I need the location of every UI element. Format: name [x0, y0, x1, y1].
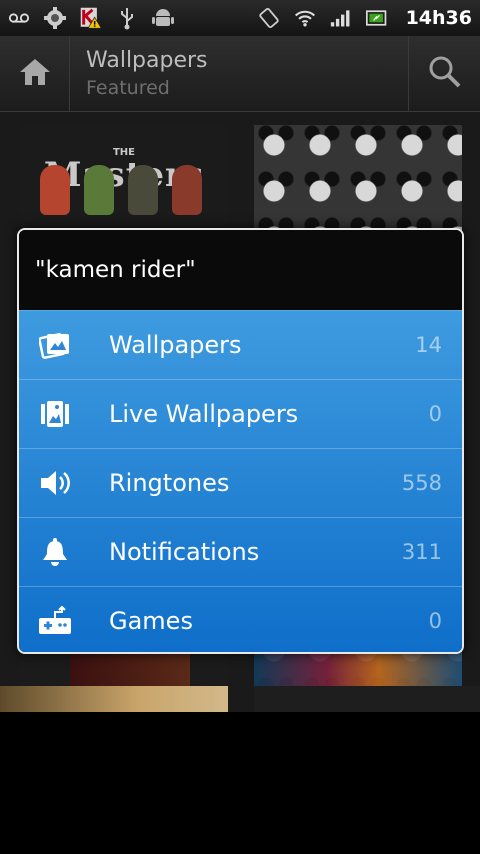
character-figure [84, 165, 114, 215]
category-item-games[interactable]: Games 0 [19, 586, 462, 653]
bell-icon [19, 518, 91, 587]
dialog-header: "kamen rider" [19, 230, 462, 310]
signal-icon [330, 7, 352, 29]
search-button[interactable] [408, 35, 480, 112]
settings-icon [44, 7, 66, 29]
home-icon [18, 57, 52, 91]
category-count: 311 [401, 540, 442, 564]
search-icon [428, 55, 462, 93]
category-count: 558 [401, 471, 442, 495]
status-bar: 14h36 [0, 0, 480, 36]
voicemail-icon [8, 7, 30, 29]
usb-icon [116, 7, 138, 30]
wallpaper-thumb-fragment [254, 652, 462, 686]
category-label: Notifications [109, 538, 260, 566]
clock: 14h36 [405, 7, 472, 29]
category-label: Live Wallpapers [109, 400, 299, 428]
character-figure [40, 165, 70, 215]
category-item-notifications[interactable]: Notifications 311 [19, 517, 462, 586]
wallpaper-thumb-fragment [70, 652, 190, 686]
gamepad-icon [19, 587, 91, 653]
speaker-icon [19, 449, 91, 518]
wifi-icon [294, 7, 316, 29]
character-figure [172, 165, 202, 215]
category-item-ringtones[interactable]: Ringtones 558 [19, 448, 462, 517]
category-item-live-wallpapers[interactable]: Live Wallpapers 0 [19, 379, 462, 448]
category-label: Wallpapers [109, 331, 242, 359]
category-count: 0 [428, 609, 442, 633]
live-wallpaper-icon [19, 380, 91, 449]
wallpaper-icon [19, 311, 91, 380]
page-subtitle: Featured [86, 76, 170, 99]
character-figure [128, 165, 158, 215]
page-title: Wallpapers [86, 47, 208, 73]
home-button[interactable] [0, 35, 70, 112]
category-label: Ringtones [109, 469, 230, 497]
dialog-title: "kamen rider" [35, 257, 196, 283]
category-count: 14 [415, 333, 442, 357]
kaspersky-warning-icon [80, 7, 102, 29]
category-label: Games [109, 607, 193, 635]
category-count: 0 [428, 402, 442, 426]
search-results-dialog: "kamen rider" Wallpapers 14 Live Wallpap… [17, 228, 464, 654]
category-item-wallpapers[interactable]: Wallpapers 14 [19, 310, 462, 379]
wallpaper-thumb-row2-left[interactable] [0, 686, 228, 712]
category-list: Wallpapers 14 Live Wallpapers 0 Ringtone… [19, 310, 462, 653]
rotate-icon [258, 7, 280, 29]
battery-icon [365, 7, 388, 29]
android-debug-icon [152, 7, 174, 29]
wallpaper-thumb-row2-right[interactable] [254, 686, 480, 712]
title-block: Wallpapers Featured [70, 47, 408, 101]
action-bar: Wallpapers Featured [0, 35, 480, 112]
